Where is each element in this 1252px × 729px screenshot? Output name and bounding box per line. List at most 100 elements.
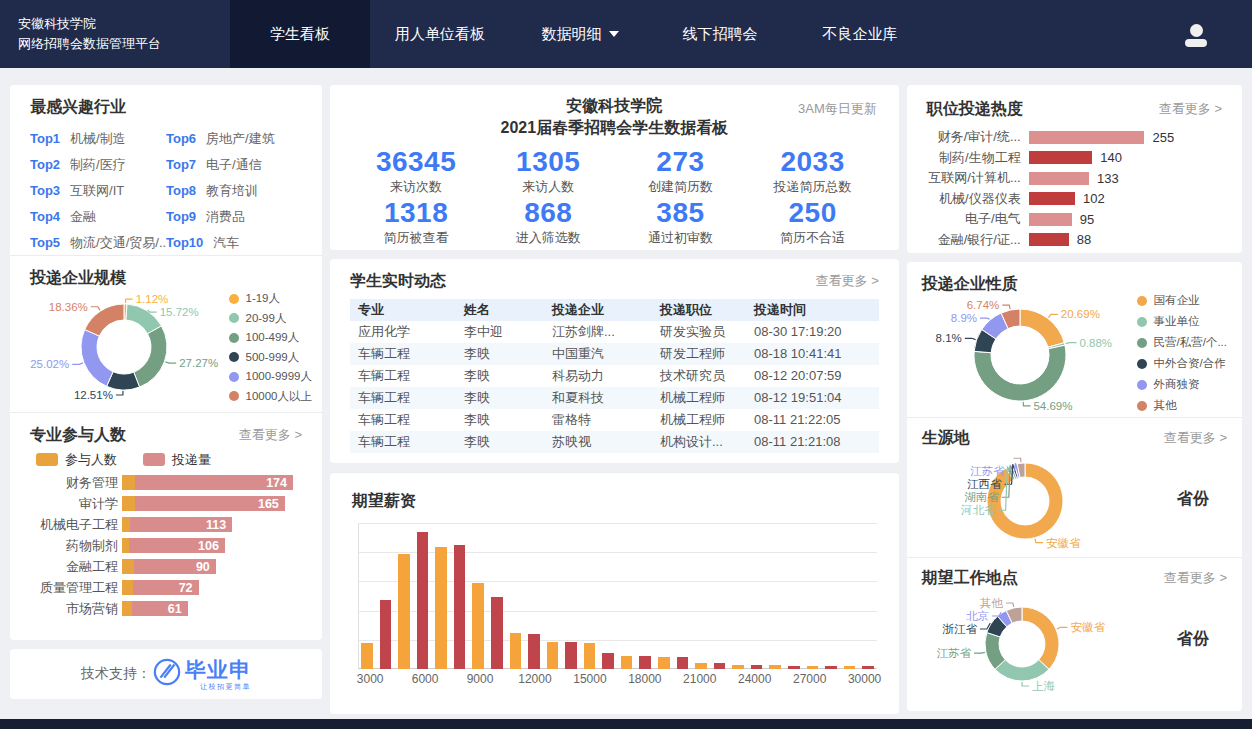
job-heat-row: 财务/审计/统...255 [927,127,1222,148]
salary-bar [751,665,763,669]
salary-bar [807,666,819,669]
salary-bar [361,643,373,669]
nav-tab-0[interactable]: 学生看板 [230,0,370,68]
nav-tab-1[interactable]: 用人单位看板 [370,0,510,68]
legend-item: 参与人数 [36,452,117,467]
legend-item: 100-499人 [229,330,313,345]
legend-item: 民营/私营/个... [1137,335,1227,350]
stat-item: 1305来访人数 [482,144,614,195]
svg-text:25.02%: 25.02% [30,358,69,370]
company-scale-title: 投递企业规模 [30,268,302,287]
salary-bar [398,554,410,669]
salary-chart: 3000600090001200015000180002100024000270… [352,523,877,691]
majors-bar-row: 机械电子工程113 [30,514,302,535]
salary-bar [844,666,856,669]
activity-row: 车辆工程李映和夏科技机械工程师08-12 19:51:04 [350,387,879,409]
salary-bar [510,633,522,669]
svg-text:54.69%: 54.69% [1033,400,1072,412]
legend-item: 1000-9999人 [229,369,313,384]
middle-column: 安徽科技学院 2021届春季招聘会学生数据看板 3AM每日更新 36345来访次… [330,85,899,723]
main-content: 最感兴趣行业 Top1机械/制造Top6房地产/建筑Top2制药/医疗Top7电… [0,68,1252,723]
activity-row: 车辆工程李映科易动力技术研究员08-12 20:07:59 [350,365,879,387]
interest-item: Top4金融 [30,203,166,229]
interest-item: Top3互联网/IT [30,177,166,203]
origin-more-link[interactable]: 查看更多 > [1164,428,1227,447]
origin-title: 生源地 [922,428,970,447]
svg-text:20.69%: 20.69% [1061,308,1100,320]
svg-text:安徽省: 安徽省 [1046,537,1081,549]
brand-name: 毕业申 [185,656,251,684]
tech-support-card: 技术支持： 毕业申 让校招更简单 [10,649,322,699]
svg-text:1.12%: 1.12% [136,293,169,305]
nav-tab-2[interactable]: 数据明细 [510,0,650,68]
job-heat-row: 互联网/计算机...133 [927,168,1222,189]
majors-bar-row: 市场营销61 [30,598,302,619]
salary-bar [639,656,651,669]
svg-text:15.72%: 15.72% [160,306,199,318]
interest-item: Top1机械/制造 [30,125,166,151]
interests-list: Top1机械/制造Top6房地产/建筑Top2制药/医疗Top7电子/通信Top… [30,125,302,255]
majors-bar-row: 财务管理174 [30,472,302,493]
legend-item: 其他 [1137,398,1227,413]
interest-item: Top6房地产/建筑 [166,125,302,151]
interest-item: Top10汽车 [166,229,302,255]
user-icon[interactable] [1185,24,1207,48]
svg-text:河北省: 河北省 [960,504,996,516]
majors-legend: 参与人数 投递量 [36,452,302,467]
svg-text:其他: 其他 [980,597,1004,609]
svg-text:6.74%: 6.74% [966,299,999,311]
svg-text:江西省: 江西省 [967,478,1002,490]
job-heat-row: 金融/银行/证...88 [927,230,1222,251]
salary-bar [658,657,670,669]
left-column: 最感兴趣行业 Top1机械/制造Top6房地产/建筑Top2制药/医疗Top7电… [10,85,322,723]
majors-more-link[interactable]: 查看更多 > [239,425,302,444]
job-heat-more-link[interactable]: 查看更多 > [1159,99,1222,118]
salary-bar [435,547,447,669]
logo-line1: 安徽科技学院 [18,14,230,34]
salary-bar [380,600,392,669]
right-panel-card: 投递企业性质 20.69%0.88%54.69%6.74%8.9%8.1% 国有… [907,262,1242,711]
stat-item: 1318简历被查看 [350,195,482,246]
workplace-more-link[interactable]: 查看更多 > [1164,568,1227,587]
svg-text:湖南省: 湖南省 [964,491,999,503]
salary-bar [825,666,837,669]
activity-row: 车辆工程李映雷格特机械工程师08-11 21:22:05 [350,409,879,431]
salary-bar [677,657,689,669]
nature-title: 投递企业性质 [922,274,1227,293]
job-heat-row: 制药/生物工程140 [927,148,1222,169]
nav-tabs: 学生看板用人单位看板数据明细线下招聘会不良企业库 [230,0,930,68]
origin-axis-word: 省份 [1177,489,1209,510]
salary-bar [491,597,503,669]
nav-tab-3[interactable]: 线下招聘会 [650,0,790,68]
job-heat-card: 职位投递热度 查看更多 > 财务/审计/统...255制药/生物工程140互联网… [907,85,1242,253]
biyeshen-logo-icon [153,658,181,690]
svg-text:27.27%: 27.27% [179,357,218,369]
workplace-section: 期望工作地点 查看更多 > 安徽省上海其他北京浙江省江苏省 省份 [907,557,1242,709]
salary-bar [621,656,633,669]
workplace-donut-chart: 安徽省上海其他北京浙江省江苏省 [922,587,1218,699]
salary-bar [584,643,596,669]
salary-bar [769,665,781,669]
majors-bar-row: 金融工程90 [30,556,302,577]
nav-tab-4[interactable]: 不良企业库 [790,0,930,68]
svg-text:浙江省: 浙江省 [941,623,977,635]
interests-title: 最感兴趣行业 [30,97,302,116]
activity-more-link[interactable]: 查看更多 > [816,271,879,290]
activity-card: 学生实时动态 查看更多 > 专业姓名投递企业投递职位投递时间 应用化学李中迎江苏… [330,259,899,463]
nature-legend: 国有企业事业单位民营/私营/个...中外合资/合作外商独资其他 [1137,293,1227,419]
legend-item: 投递量 [143,452,211,467]
activity-row: 车辆工程李映苏映视机构设计...08-11 21:21:08 [350,431,879,453]
interest-item: Top5物流/交通/贸易/... [30,229,166,255]
stat-item: 273创建简历数 [614,144,746,195]
salary-bar [602,653,614,669]
salary-bar [472,583,484,669]
stat-item: 250简历不合适 [747,195,879,246]
company-scale-section: 投递企业规模 1.12%15.72%27.27%18.36%25.02%12.5… [10,255,322,412]
workplace-axis-word: 省份 [1177,629,1209,650]
majors-section: 专业参与人数 查看更多 > 参与人数投递量 财务管理174审计学165机械电子工… [10,412,322,638]
interest-item: Top9消费品 [166,203,302,229]
svg-text:安徽省: 安徽省 [1070,621,1105,633]
salary-bar [417,532,429,669]
salary-bar [528,634,540,669]
svg-text:8.1%: 8.1% [935,332,961,344]
